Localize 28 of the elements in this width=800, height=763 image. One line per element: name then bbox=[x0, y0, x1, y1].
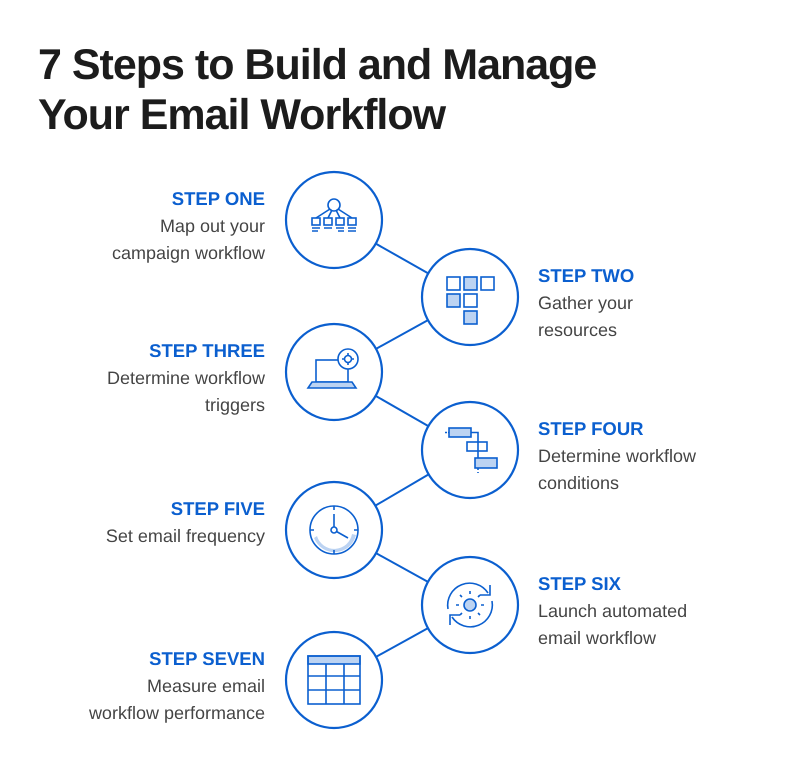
connector-line bbox=[376, 319, 428, 350]
step-label: STEP SIX bbox=[538, 572, 622, 596]
step-label: STEP SEVEN bbox=[148, 647, 265, 671]
connector-line bbox=[376, 552, 428, 583]
step-description: Determine workflow conditions bbox=[538, 445, 698, 495]
step-description: Map out your campaign workflow bbox=[110, 215, 265, 265]
step-description: Launch automated email workflow bbox=[538, 600, 688, 650]
step-label: STEP FIVE bbox=[170, 497, 265, 521]
step-label: STEP FOUR bbox=[538, 417, 645, 441]
step-label: STEP TWO bbox=[538, 264, 636, 288]
flowchart-icon bbox=[445, 427, 498, 473]
step-description: Gather your resources bbox=[538, 292, 634, 342]
laptop-gear-icon bbox=[306, 348, 359, 389]
step-label: STEP ONE bbox=[170, 187, 265, 211]
connector-line bbox=[376, 627, 428, 658]
clock-icon bbox=[309, 505, 359, 555]
squares-icon bbox=[446, 276, 495, 325]
connector-line bbox=[375, 242, 429, 274]
hierarchy-icon bbox=[311, 198, 357, 232]
refresh-gear-icon bbox=[446, 582, 494, 628]
page-title: 7 Steps to Build and Manage Your Email Workflow bbox=[38, 40, 596, 140]
step-description: Determine workflow triggers bbox=[106, 367, 265, 417]
step-label: STEP THREE bbox=[148, 339, 265, 363]
connector-line bbox=[374, 473, 430, 507]
connector-line bbox=[375, 395, 429, 427]
step-description: Set email frequency bbox=[104, 525, 265, 548]
table-icon bbox=[307, 655, 361, 705]
step-description: Measure email workflow performance bbox=[88, 675, 265, 725]
